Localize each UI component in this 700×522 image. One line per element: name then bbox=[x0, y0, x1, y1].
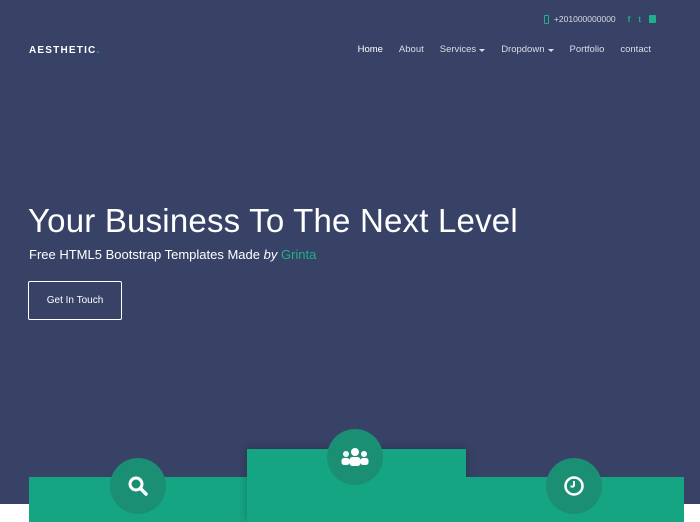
caret-down-icon bbox=[479, 48, 486, 52]
brand-dot: . bbox=[96, 45, 101, 56]
brand-name: AESTHETIC bbox=[29, 45, 97, 56]
phone-icon bbox=[543, 14, 549, 24]
search-icon bbox=[127, 475, 149, 497]
twitter-icon[interactable]: t bbox=[638, 15, 641, 24]
hero-subtitle: Free HTML5 Bootstrap Templates Made by G… bbox=[29, 247, 316, 262]
hero-subtitle-by: by bbox=[263, 247, 278, 262]
feature-circle-search bbox=[110, 458, 166, 514]
top-contact-bar: +201000000000 f t bbox=[543, 14, 656, 24]
caret-down-icon bbox=[547, 48, 554, 52]
phone-number: +201000000000 bbox=[553, 14, 616, 24]
brand-logo[interactable]: AESTHETIC. bbox=[29, 45, 100, 56]
nav-item-label: Home bbox=[357, 44, 383, 55]
clock-icon bbox=[563, 475, 585, 497]
feature-circle-users bbox=[327, 429, 383, 485]
nav-item-about[interactable]: About bbox=[391, 44, 432, 55]
nav-item-home[interactable]: Home bbox=[350, 44, 391, 55]
get-in-touch-button[interactable]: Get In Touch bbox=[28, 281, 122, 320]
hero-subtitle-text: Free HTML5 Bootstrap Templates Made bbox=[29, 247, 264, 262]
users-icon bbox=[341, 446, 369, 468]
main-nav: Home About Services Dropdown Portfolio c… bbox=[350, 44, 659, 55]
nav-item-label: contact bbox=[620, 44, 651, 55]
nav-item-label: Dropdown bbox=[501, 44, 545, 55]
nav-item-contact[interactable]: contact bbox=[612, 44, 659, 55]
nav-item-dropdown[interactable]: Dropdown bbox=[493, 44, 561, 55]
feature-circle-clock bbox=[546, 458, 602, 514]
facebook-icon[interactable]: f bbox=[628, 15, 631, 24]
rss-icon[interactable] bbox=[649, 15, 656, 23]
nav-item-label: Services bbox=[439, 44, 477, 55]
nav-item-portfolio[interactable]: Portfolio bbox=[562, 44, 613, 55]
nav-item-label: Portfolio bbox=[569, 44, 605, 55]
author-link[interactable]: Grinta bbox=[281, 247, 316, 262]
nav-item-services[interactable]: Services bbox=[432, 44, 493, 55]
nav-item-label: About bbox=[398, 44, 424, 55]
hero-title: Your Business To The Next Level bbox=[28, 202, 518, 239]
